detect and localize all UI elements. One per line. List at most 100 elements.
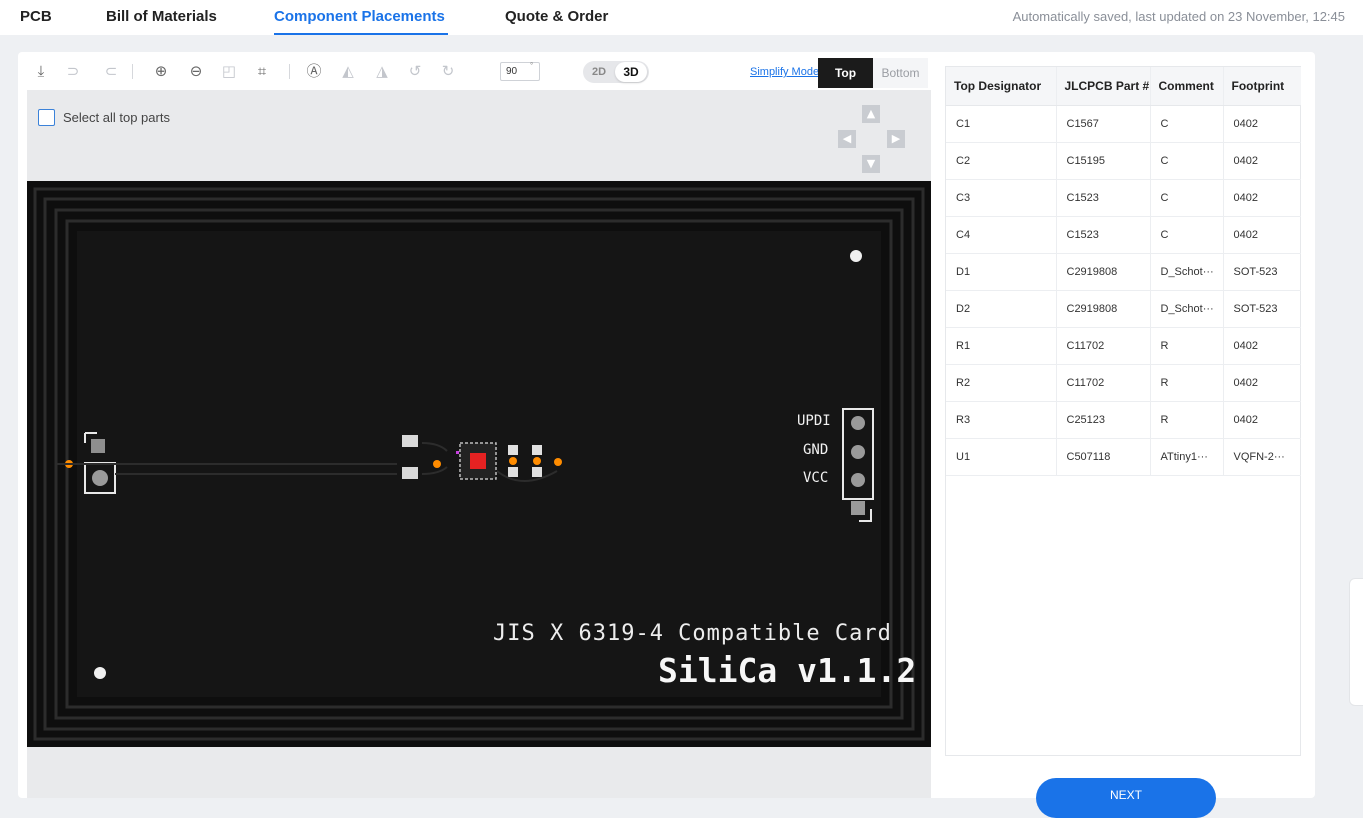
- ic-u1: [456, 442, 497, 480]
- toolbar-divider: [132, 64, 133, 79]
- cell-designator: C4: [946, 216, 1057, 254]
- pan-up-icon[interactable]: ▲: [862, 105, 880, 123]
- viewer-toolbar: ⤓ ⊃ ⊂ ⊕ ⊖ ◰ ⌗ Ⓐ ◭ ◮ ↺ ↻ 90 ° 2D 3D Simpl…: [27, 52, 931, 90]
- cell-part-number: C2919808: [1056, 253, 1151, 291]
- cell-part-number: C25123: [1056, 401, 1151, 439]
- zoom-in-icon[interactable]: ⊕: [152, 62, 170, 80]
- redo-icon[interactable]: ⊂: [102, 62, 120, 80]
- cell-footprint: SOT-523: [1223, 253, 1301, 291]
- side-toggle: Top Bottom: [818, 58, 928, 88]
- col-header-footprint[interactable]: Footprint: [1223, 67, 1301, 106]
- cell-part-number: C15195: [1056, 142, 1151, 180]
- cell-comment: R: [1150, 401, 1224, 439]
- table-header-row: Top Designator JLCPCB Part # Comment Foo…: [946, 67, 1301, 106]
- table-row[interactable]: C2 C15195 C 0402: [946, 142, 1301, 180]
- pan-down-icon[interactable]: ▼: [862, 155, 880, 173]
- cell-part-number: C1567: [1056, 105, 1151, 143]
- select-all-label: Select all top parts: [63, 110, 170, 125]
- toolbar-divider: [289, 64, 290, 79]
- cell-designator: C3: [946, 179, 1057, 217]
- cell-footprint: 0402: [1223, 179, 1301, 217]
- table-row[interactable]: C4 C1523 C 0402: [946, 216, 1301, 254]
- rotation-input[interactable]: 90: [500, 62, 540, 81]
- cell-part-number: C11702: [1056, 327, 1151, 365]
- cell-designator: R1: [946, 327, 1057, 365]
- connector-pad: [91, 439, 105, 453]
- cell-footprint: 0402: [1223, 142, 1301, 180]
- top-nav: PCB Bill of Materials Component Placemen…: [0, 0, 1363, 35]
- cell-part-number: C2919808: [1056, 290, 1151, 328]
- rotate-left-icon[interactable]: ↺: [406, 62, 424, 80]
- cell-designator: D1: [946, 253, 1057, 291]
- fit-view-icon[interactable]: ⌗: [253, 62, 271, 80]
- tab-pcb[interactable]: PCB: [20, 8, 52, 25]
- next-button[interactable]: NEXT: [1036, 778, 1216, 818]
- bottom-side-button[interactable]: Bottom: [873, 58, 928, 88]
- side-floating-panel[interactable]: [1349, 578, 1363, 706]
- cell-comment: D_Schot···: [1150, 290, 1224, 328]
- cell-comment: R: [1150, 364, 1224, 402]
- cell-footprint: 0402: [1223, 401, 1301, 439]
- cell-designator: C1: [946, 105, 1057, 143]
- table-row[interactable]: R3 C25123 R 0402: [946, 401, 1301, 439]
- cell-comment: ATtiny1···: [1150, 438, 1224, 476]
- rotate-right-icon[interactable]: ↻: [439, 62, 457, 80]
- cell-comment: C: [1150, 179, 1224, 217]
- cell-footprint: 0402: [1223, 364, 1301, 402]
- cell-footprint: 0402: [1223, 327, 1301, 365]
- table-row[interactable]: D2 C2919808 D_Schot··· SOT-523: [946, 290, 1301, 328]
- col-header-part[interactable]: JLCPCB Part #: [1056, 67, 1151, 106]
- cell-comment: C: [1150, 105, 1224, 143]
- tab-quote-order[interactable]: Quote & Order: [505, 8, 608, 25]
- active-tab-indicator: [274, 33, 448, 35]
- cell-designator: D2: [946, 290, 1057, 328]
- table-row[interactable]: U1 C507118 ATtiny1··· VQFN-2···: [946, 438, 1301, 476]
- simplify-model-link[interactable]: Simplify Model: [750, 66, 822, 78]
- cell-part-number: C11702: [1056, 364, 1151, 402]
- fiducial-bottom-left: [94, 667, 106, 679]
- col-header-designator[interactable]: Top Designator: [946, 67, 1057, 106]
- download-icon[interactable]: ⤓: [32, 62, 50, 80]
- table-row[interactable]: D1 C2919808 D_Schot··· SOT-523: [946, 253, 1301, 291]
- tab-bill-of-materials[interactable]: Bill of Materials: [106, 8, 217, 25]
- cell-part-number: C507118: [1056, 438, 1151, 476]
- pin-label-updi: UPDI: [797, 413, 831, 429]
- rotation-unit: °: [530, 61, 534, 70]
- checkbox-box[interactable]: [38, 109, 55, 126]
- mirror-horizontal-icon[interactable]: ◭: [339, 62, 357, 80]
- zoom-out-icon[interactable]: ⊖: [187, 62, 205, 80]
- cell-designator: U1: [946, 438, 1057, 476]
- mirror-vertical-icon[interactable]: ◮: [373, 62, 391, 80]
- pan-left-icon[interactable]: ◀: [838, 130, 856, 148]
- cell-designator: C2: [946, 142, 1057, 180]
- cell-comment: R: [1150, 327, 1224, 365]
- undo-icon[interactable]: ⊃: [64, 62, 82, 80]
- table-row[interactable]: R1 C11702 R 0402: [946, 327, 1301, 365]
- cell-part-number: C1523: [1056, 179, 1151, 217]
- pin-label-gnd: GND: [803, 442, 829, 458]
- silkscreen-title: JIS X 6319-4 Compatible Card: [493, 621, 892, 646]
- view-2d-button[interactable]: 2D: [592, 66, 606, 78]
- pcb-board[interactable]: UPDI GND VCC JIS X 6319-4 Compatible Car…: [27, 181, 931, 747]
- text-tool-icon[interactable]: Ⓐ: [305, 62, 323, 80]
- cell-designator: R3: [946, 401, 1057, 439]
- cell-designator: R2: [946, 364, 1057, 402]
- cell-footprint: SOT-523: [1223, 290, 1301, 328]
- col-header-comment[interactable]: Comment: [1150, 67, 1224, 106]
- save-status: Automatically saved, last updated on 23 …: [1012, 9, 1345, 24]
- cell-footprint: VQFN-2···: [1223, 438, 1301, 476]
- zoom-area-icon[interactable]: ◰: [220, 62, 238, 80]
- table-row[interactable]: C1 C1567 C 0402: [946, 105, 1301, 143]
- tab-component-placements[interactable]: Component Placements: [274, 8, 445, 25]
- pan-right-icon[interactable]: ▶: [887, 130, 905, 148]
- table-row[interactable]: R2 C11702 R 0402: [946, 364, 1301, 402]
- table-row[interactable]: C3 C1523 C 0402: [946, 179, 1301, 217]
- top-side-button[interactable]: Top: [818, 58, 873, 88]
- connector-pad: [92, 470, 108, 486]
- fiducial-top-right: [850, 250, 862, 262]
- pin-label-vcc: VCC: [803, 470, 829, 486]
- view-3d-button[interactable]: 3D: [615, 62, 647, 82]
- silkscreen-version: SiliCa v1.1.2: [658, 651, 917, 690]
- cell-comment: D_Schot···: [1150, 253, 1224, 291]
- placements-table: Top Designator JLCPCB Part # Comment Foo…: [945, 66, 1301, 756]
